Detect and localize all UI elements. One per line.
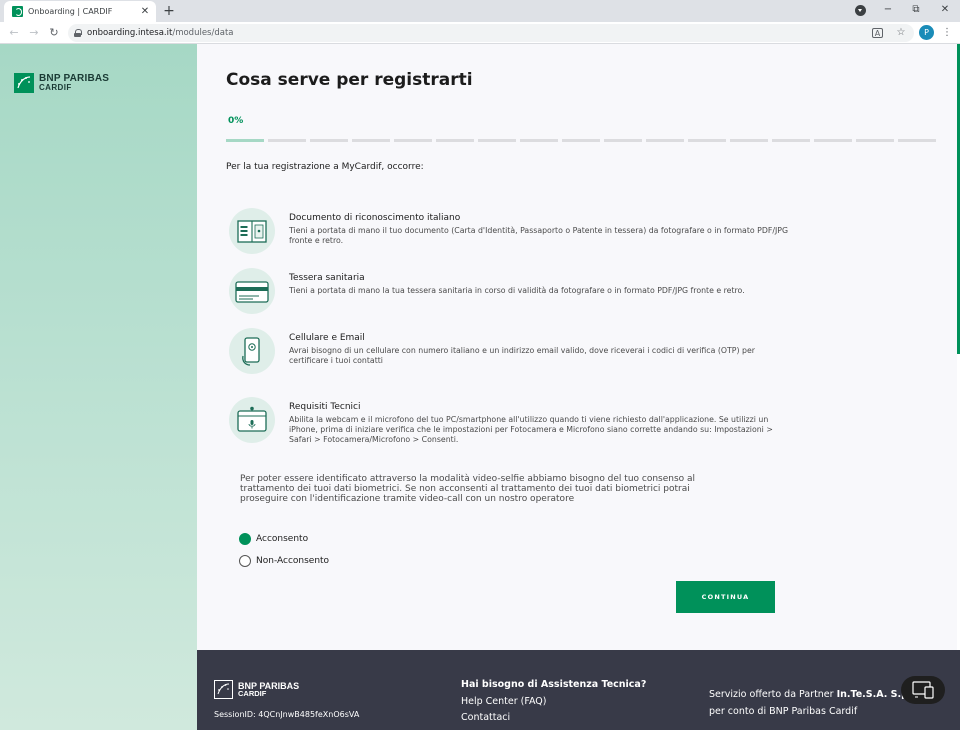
bnp-stars-logo-icon [14, 73, 34, 93]
bookmark-star-icon[interactable]: ☆ [894, 26, 908, 40]
url-host: onboarding.intesa.it [87, 28, 173, 38]
footer-logo-text-cardif: CARDIF [238, 688, 267, 698]
progress-segment [730, 139, 768, 142]
progress-segment [856, 139, 894, 142]
progress-segment [478, 139, 516, 142]
tab-close-icon[interactable]: ✕ [138, 6, 152, 17]
requirement-item: Tessera sanitaria Tieni a portata di man… [229, 268, 789, 318]
browser-menu-icon[interactable]: ⋮ [940, 26, 954, 40]
lock-icon[interactable] [74, 29, 82, 37]
radio-button-checked[interactable] [239, 533, 251, 545]
partner-suffix: per conto di BNP Paribas Cardif [709, 706, 858, 717]
bnp-paribas-cardif-logo[interactable]: BNP PARIBAS CARDIF [14, 73, 109, 93]
footer-logo[interactable]: BNP PARIBAS CARDIF [214, 680, 299, 699]
restore-button[interactable]: ⧉ [905, 2, 927, 18]
requirement-title: Tessera sanitaria [289, 273, 365, 283]
back-arrow-icon[interactable]: ← [6, 25, 22, 41]
requirement-title: Cellulare e Email [289, 333, 365, 343]
progress-segment [436, 139, 474, 142]
main-content: Cosa serve per registrarti 0% Per la tua… [197, 44, 957, 650]
help-center-link[interactable]: Help Center (FAQ) [461, 696, 547, 707]
tab-title: Onboarding | CARDIF [28, 7, 113, 16]
new-tab-button[interactable]: + [160, 2, 178, 20]
footer: BNP PARIBAS CARDIF SessionID: 4QCnJnwB48… [197, 650, 960, 730]
biometric-consent-text: Per poter essere identificato attraverso… [240, 474, 696, 504]
progress-bar [226, 139, 936, 142]
page-title: Cosa serve per registrarti [226, 70, 473, 90]
health-card-icon [229, 268, 275, 314]
requirement-description: Tieni a portata di mano il tuo documento… [289, 226, 788, 245]
progress-segment [646, 139, 684, 142]
browser-toolbar: ← → ↻ onboarding.intesa.it/modules/data … [0, 22, 960, 44]
progress-segment [310, 139, 348, 142]
continue-button[interactable]: CONTINUA [676, 581, 775, 613]
logo-text-cardif: CARDIF [39, 82, 72, 92]
requirement-description: Tieni a portata di mano la tua tessera s… [289, 286, 745, 295]
phone-email-icon [229, 328, 275, 374]
profile-menu-icon[interactable] [855, 5, 866, 16]
reload-icon[interactable]: ↻ [46, 25, 62, 41]
requirement-item: Cellulare e Email Avrai bisogno di un ce… [229, 328, 789, 378]
profile-avatar[interactable]: P [919, 25, 934, 40]
logo-text-bnp: BNP PARIBAS [39, 72, 110, 84]
requirement-title: Documento di riconoscimento italiano [289, 213, 461, 223]
progress-segment [604, 139, 642, 142]
contact-link[interactable]: Contattaci [461, 712, 510, 723]
help-title: Hai bisogno di Assistenza Tecnica? [461, 679, 647, 690]
progress-segment [688, 139, 726, 142]
radio-label[interactable]: Non-Acconsento [256, 556, 329, 566]
progress-segment [226, 139, 264, 142]
device-switch-button[interactable] [901, 676, 945, 704]
progress-segment [352, 139, 390, 142]
requirement-title: Requisiti Tecnici [289, 402, 361, 412]
partner-prefix: Servizio offerto da Partner [709, 689, 837, 700]
progress-segment [814, 139, 852, 142]
window-close-button[interactable]: ✕ [934, 2, 956, 18]
requirement-description: Abilita la webcam e il microfono del tuo… [289, 415, 773, 444]
progress-segment [268, 139, 306, 142]
bnp-stars-logo-icon [214, 680, 233, 699]
id-document-icon [229, 208, 275, 254]
browser-tab[interactable]: Onboarding | CARDIF ✕ [4, 1, 156, 22]
progress-percent: 0% [228, 116, 244, 126]
sidebar: BNP PARIBAS CARDIF [0, 44, 197, 730]
radio-button-unchecked[interactable] [239, 555, 251, 567]
session-id: SessionID: 4QCnJnwB485feXnO6sVA [214, 710, 360, 719]
progress-segment [520, 139, 558, 142]
requirement-item: Documento di riconoscimento italiano Tie… [229, 208, 789, 258]
progress-segment [898, 139, 936, 142]
radio-non-acconsento[interactable]: Non-Acconsento [239, 555, 329, 567]
progress-segment [394, 139, 432, 142]
minimize-button[interactable]: − [877, 2, 899, 18]
requirement-description: Avrai bisogno di un cellulare con numero… [289, 346, 755, 365]
page: BNP PARIBAS CARDIF Cosa serve per regist… [0, 44, 960, 730]
address-bar[interactable]: onboarding.intesa.it/modules/data [68, 24, 914, 42]
intro-text: Per la tua registrazione a MyCardif, occ… [226, 162, 424, 172]
partner-info: Servizio offerto da Partner In.Te.S.A. S… [709, 686, 923, 720]
radio-acconsento[interactable]: Acconsento [239, 533, 308, 545]
progress-segment [562, 139, 600, 142]
url-path: /modules/data [172, 28, 234, 38]
cardif-favicon-icon [12, 6, 23, 17]
webcam-icon [229, 397, 275, 443]
browser-tab-bar: Onboarding | CARDIF ✕ + − ⧉ ✕ [0, 0, 960, 22]
forward-arrow-icon[interactable]: → [26, 25, 42, 41]
translate-icon[interactable]: A [872, 28, 883, 38]
screen-share-icon [912, 681, 934, 699]
requirement-item: Requisiti Tecnici Abilita la webcam e il… [229, 397, 789, 447]
radio-label[interactable]: Acconsento [256, 534, 308, 544]
progress-segment [772, 139, 810, 142]
